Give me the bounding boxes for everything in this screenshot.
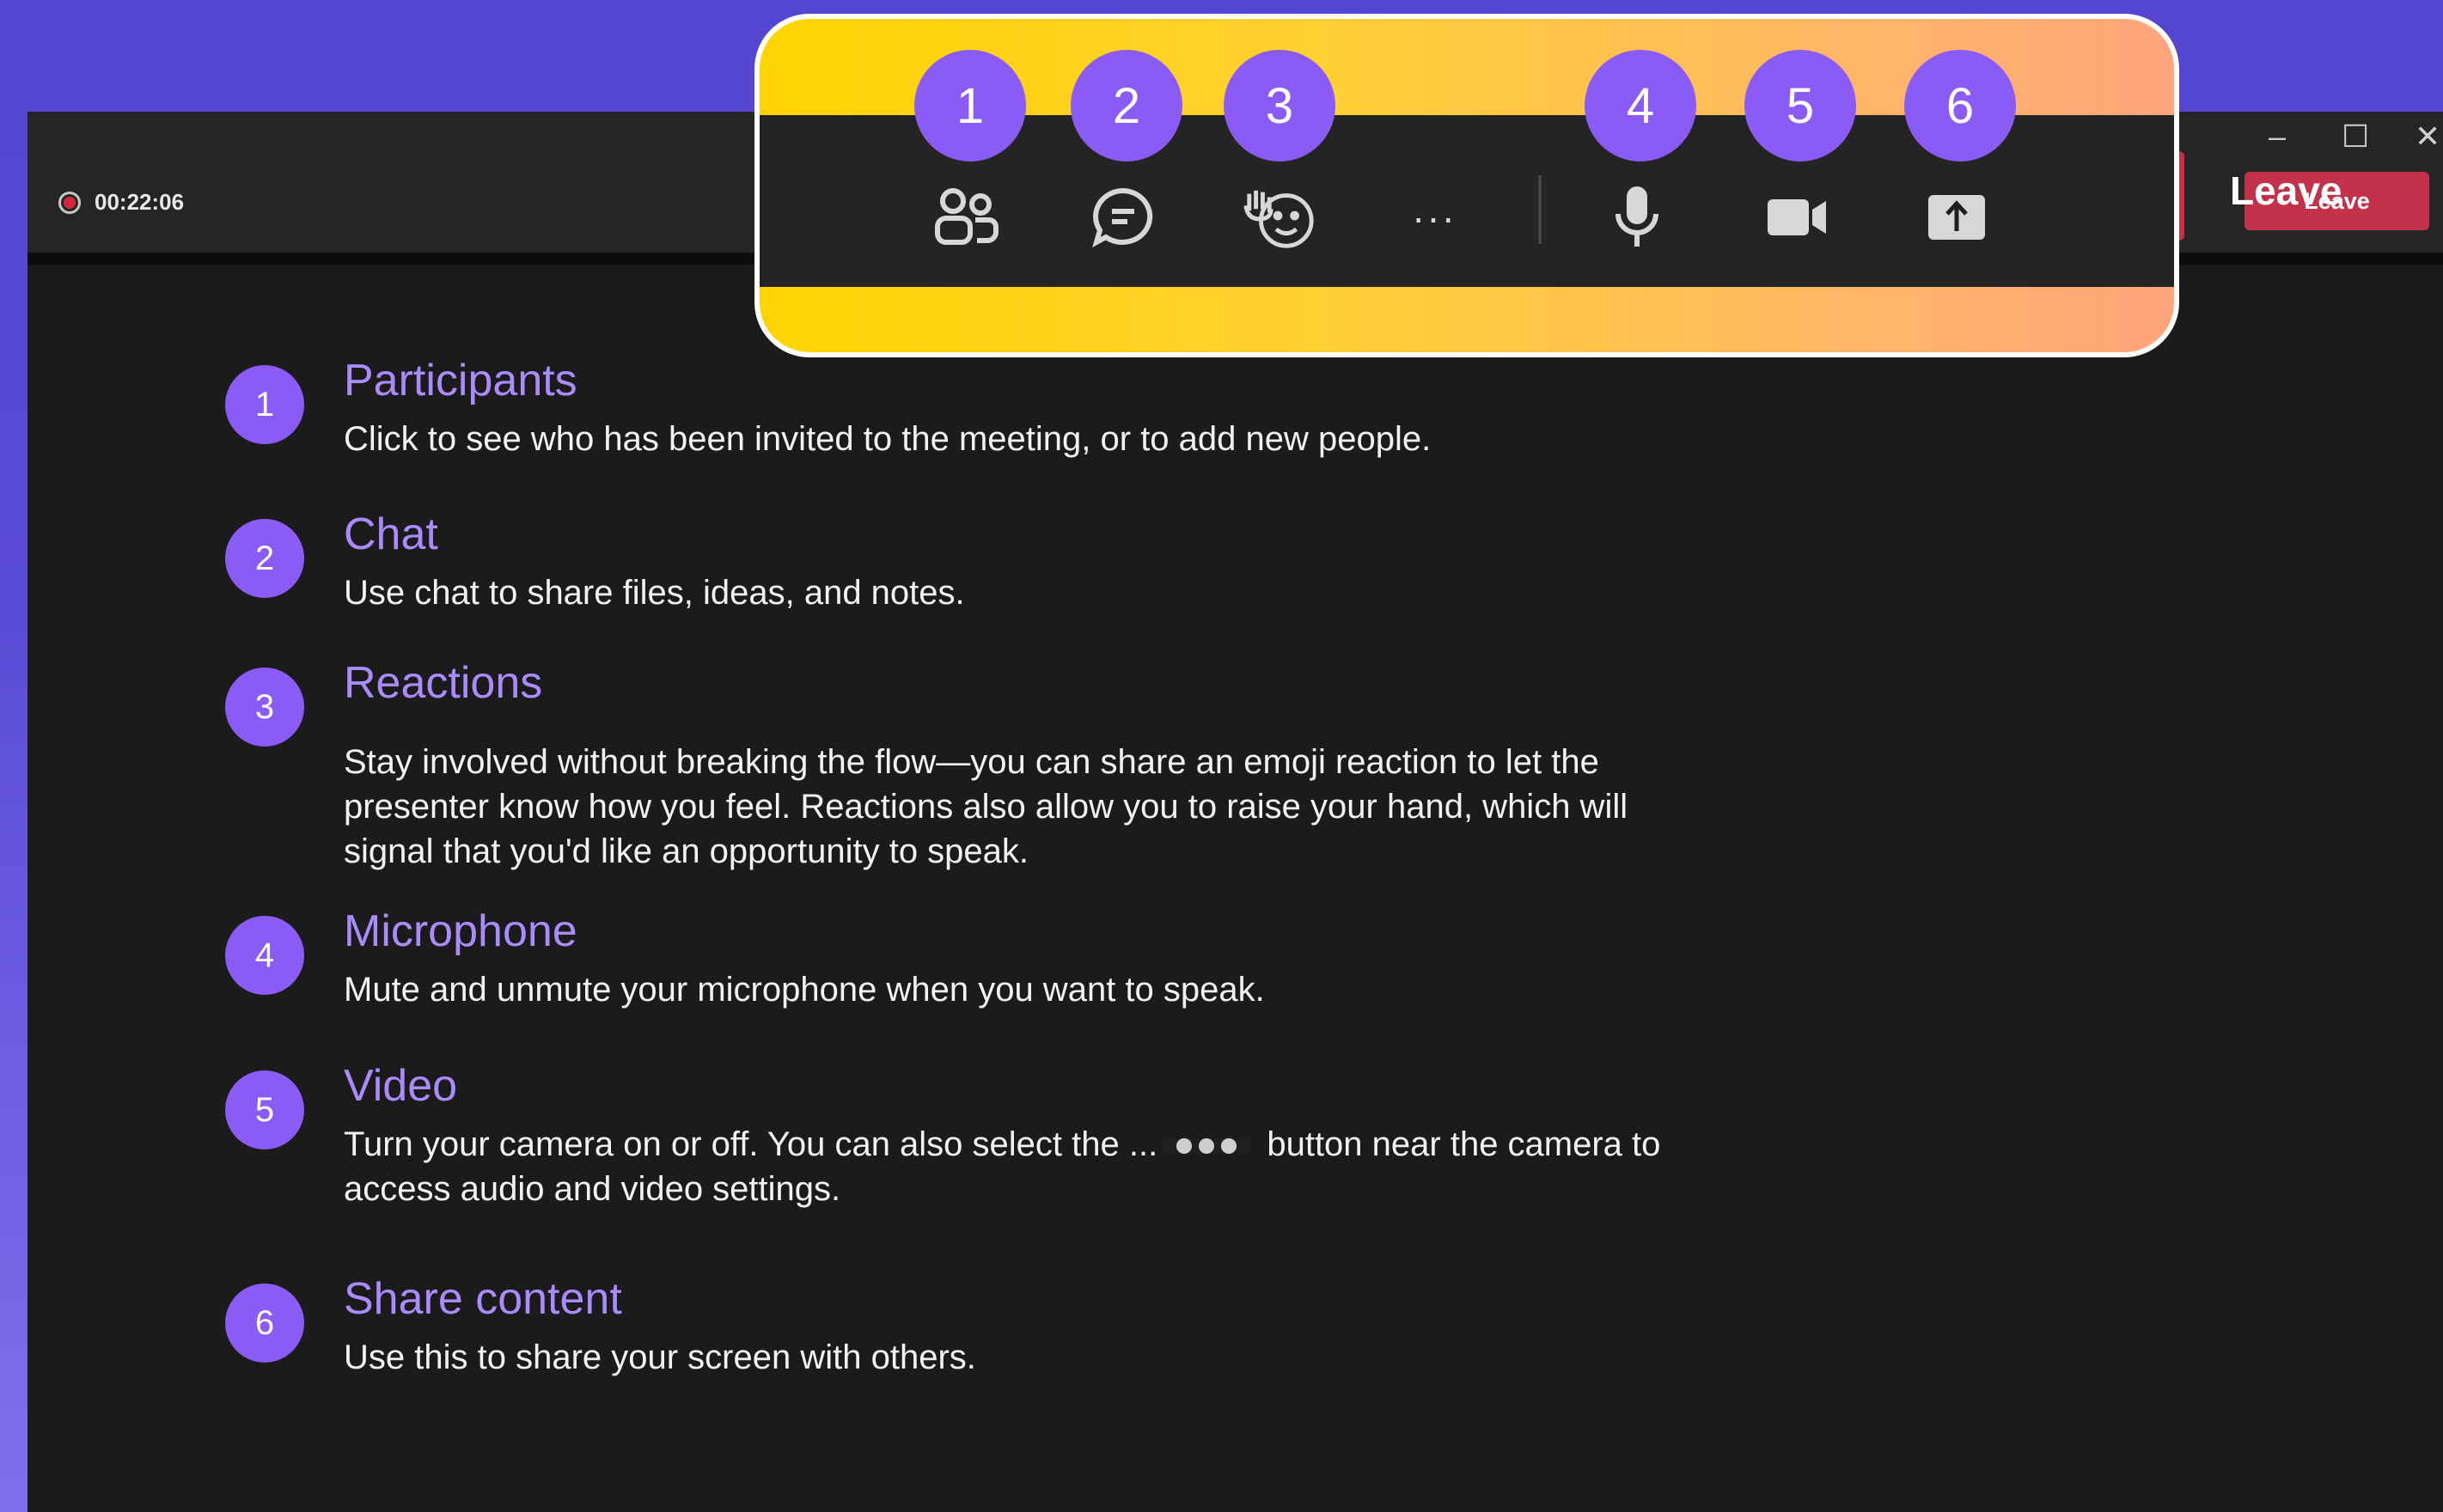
item-description: Turn your camera on or off. You can also… bbox=[344, 1122, 1684, 1211]
recording-time: 00:22:06 bbox=[95, 189, 185, 215]
recording-indicator: 00:22:06 bbox=[58, 189, 184, 216]
toolbar-callout: ··· 1 2 3 4 5 6 bbox=[754, 14, 2179, 357]
camera-icon[interactable] bbox=[1758, 170, 1835, 265]
item-description: Use chat to share files, ideas, and note… bbox=[344, 574, 965, 612]
item-title: Reactions bbox=[344, 658, 543, 708]
step-badge: 3 bbox=[225, 668, 304, 747]
more-options-icon[interactable]: ··· bbox=[1396, 170, 1473, 265]
minimize-icon[interactable]: – bbox=[2269, 119, 2286, 155]
item-description: Use this to share your screen with other… bbox=[344, 1338, 976, 1376]
step-badge: 6 bbox=[225, 1283, 304, 1363]
chat-icon[interactable] bbox=[1084, 170, 1162, 265]
toolbar-badge-2: 2 bbox=[1071, 50, 1182, 162]
record-icon bbox=[58, 191, 81, 214]
participants-icon[interactable] bbox=[928, 170, 1005, 265]
item-description: Stay involved without breaking the flow—… bbox=[344, 743, 1628, 870]
reactions-icon[interactable] bbox=[1241, 170, 1318, 265]
toolbar-badge-1: 1 bbox=[914, 50, 1026, 162]
item-description-part: Turn your camera on or off. You can also… bbox=[344, 1125, 1158, 1163]
share-screen-icon[interactable] bbox=[1918, 170, 1995, 265]
close-icon[interactable]: ✕ bbox=[2415, 119, 2440, 155]
step-badge: 4 bbox=[225, 916, 304, 995]
more-options-inline-icon bbox=[1161, 1138, 1253, 1155]
item-title: Chat bbox=[344, 509, 438, 559]
microphone-icon[interactable] bbox=[1598, 170, 1676, 265]
toolbar-badge-3: 3 bbox=[1224, 50, 1335, 162]
item-title: Video bbox=[344, 1061, 458, 1111]
step-badge: 1 bbox=[225, 365, 304, 444]
toolbar-badge-5: 5 bbox=[1744, 50, 1856, 162]
item-description: Click to see who has been invited to the… bbox=[344, 420, 1432, 458]
maximize-icon[interactable]: ☐ bbox=[2342, 119, 2369, 155]
leave-label[interactable]: Leave bbox=[2230, 168, 2342, 214]
step-badge: 2 bbox=[225, 519, 304, 598]
item-title: Share content bbox=[344, 1274, 622, 1324]
toolbar-badge-6: 6 bbox=[1904, 50, 2016, 162]
item-title: Participants bbox=[344, 356, 577, 405]
item-description: Mute and unmute your microphone when you… bbox=[344, 971, 1265, 1009]
step-badge: 5 bbox=[225, 1070, 304, 1149]
toolbar-badge-4: 4 bbox=[1585, 50, 1696, 162]
item-title: Microphone bbox=[344, 906, 577, 956]
toolbar-divider bbox=[1538, 175, 1542, 244]
